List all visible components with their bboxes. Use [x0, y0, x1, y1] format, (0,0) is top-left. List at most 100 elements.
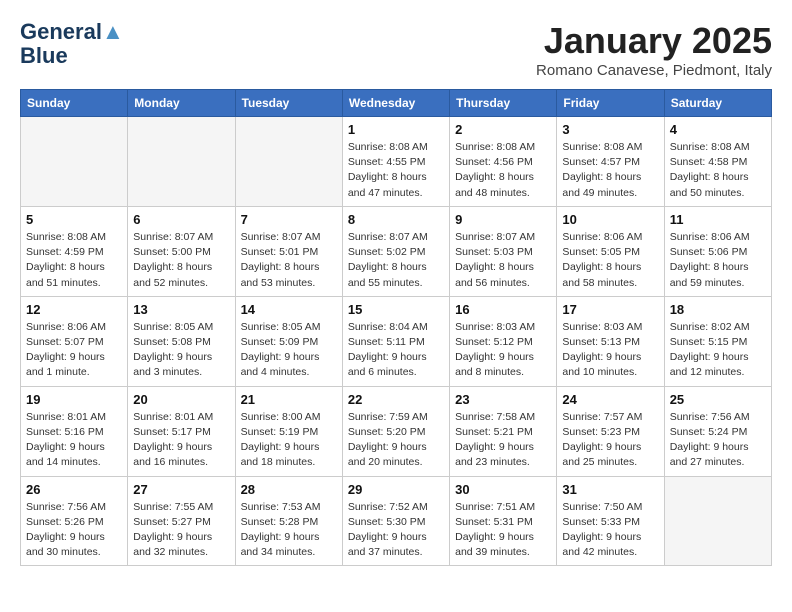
day-info: Sunrise: 8:05 AM Sunset: 5:09 PM Dayligh… [241, 320, 337, 381]
day-number: 28 [241, 482, 337, 497]
day-number: 19 [26, 392, 122, 407]
day-info: Sunrise: 8:08 AM Sunset: 4:57 PM Dayligh… [562, 140, 658, 201]
day-number: 26 [26, 482, 122, 497]
page-header: General▲Blue January 2025 Romano Canaves… [20, 20, 772, 79]
calendar-day-cell: 11Sunrise: 8:06 AM Sunset: 5:06 PM Dayli… [664, 206, 771, 296]
day-info: Sunrise: 7:56 AM Sunset: 5:24 PM Dayligh… [670, 410, 766, 471]
calendar-body: 1 Sunrise: 8:08 AM Sunset: 4:55 PM Daylig… [21, 117, 772, 566]
calendar-week-row: 1 Sunrise: 8:08 AM Sunset: 4:55 PM Daylig… [21, 117, 772, 207]
calendar-day-cell: 29 Sunrise: 7:52 AM Sunset: 5:30 PM Dayli… [342, 476, 449, 566]
day-number: 20 [133, 392, 229, 407]
day-number: 9 [455, 212, 551, 227]
calendar-day-cell: 22Sunrise: 7:59 AM Sunset: 5:20 PM Dayli… [342, 386, 449, 476]
day-info: Sunrise: 8:07 AM Sunset: 5:03 PM Dayligh… [455, 230, 551, 291]
day-info: Sunrise: 8:01 AM Sunset: 5:16 PM Dayligh… [26, 410, 122, 471]
day-number: 11 [670, 212, 766, 227]
calendar-day-cell: 2 Sunrise: 8:08 AM Sunset: 4:56 PM Daylig… [450, 117, 557, 207]
day-info: Sunrise: 8:03 AM Sunset: 5:13 PM Dayligh… [562, 320, 658, 381]
calendar-day-cell: 15Sunrise: 8:04 AM Sunset: 5:11 PM Dayli… [342, 296, 449, 386]
weekday-header-cell: Tuesday [235, 90, 342, 117]
calendar-day-cell: 30 Sunrise: 7:51 AM Sunset: 5:31 PM Dayli… [450, 476, 557, 566]
day-number: 17 [562, 302, 658, 317]
day-number: 15 [348, 302, 444, 317]
calendar-day-cell: 27 Sunrise: 7:55 AM Sunset: 5:27 PM Dayli… [128, 476, 235, 566]
day-number: 1 [348, 122, 444, 137]
calendar-week-row: 12 Sunrise: 8:06 AM Sunset: 5:07 PM Dayli… [21, 296, 772, 386]
calendar-day-cell: 20 Sunrise: 8:01 AM Sunset: 5:17 PM Dayli… [128, 386, 235, 476]
day-info: Sunrise: 7:55 AM Sunset: 5:27 PM Dayligh… [133, 500, 229, 561]
calendar-day-cell: 17 Sunrise: 8:03 AM Sunset: 5:13 PM Dayli… [557, 296, 664, 386]
day-number: 24 [562, 392, 658, 407]
day-info: Sunrise: 7:56 AM Sunset: 5:26 PM Dayligh… [26, 500, 122, 561]
day-number: 13 [133, 302, 229, 317]
calendar-day-cell: 21Sunrise: 8:00 AM Sunset: 5:19 PM Dayli… [235, 386, 342, 476]
day-info: Sunrise: 8:01 AM Sunset: 5:17 PM Dayligh… [133, 410, 229, 471]
day-number: 5 [26, 212, 122, 227]
day-number: 16 [455, 302, 551, 317]
day-number: 10 [562, 212, 658, 227]
day-number: 27 [133, 482, 229, 497]
calendar-table: SundayMondayTuesdayWednesdayThursdayFrid… [20, 89, 772, 566]
calendar-day-cell: 13 Sunrise: 8:05 AM Sunset: 5:08 PM Dayli… [128, 296, 235, 386]
day-info: Sunrise: 8:05 AM Sunset: 5:08 PM Dayligh… [133, 320, 229, 381]
day-number: 12 [26, 302, 122, 317]
calendar-week-row: 5 Sunrise: 8:08 AM Sunset: 4:59 PM Daylig… [21, 206, 772, 296]
day-info: Sunrise: 8:08 AM Sunset: 4:58 PM Dayligh… [670, 140, 766, 201]
day-number: 29 [348, 482, 444, 497]
calendar-day-cell: 24 Sunrise: 7:57 AM Sunset: 5:23 PM Dayli… [557, 386, 664, 476]
calendar-day-cell: 5 Sunrise: 8:08 AM Sunset: 4:59 PM Daylig… [21, 206, 128, 296]
calendar-day-cell: 16 Sunrise: 8:03 AM Sunset: 5:12 PM Dayli… [450, 296, 557, 386]
day-number: 3 [562, 122, 658, 137]
day-info: Sunrise: 8:08 AM Sunset: 4:56 PM Dayligh… [455, 140, 551, 201]
day-info: Sunrise: 7:51 AM Sunset: 5:31 PM Dayligh… [455, 500, 551, 561]
day-number: 25 [670, 392, 766, 407]
calendar-day-cell [235, 117, 342, 207]
calendar-day-cell: 31Sunrise: 7:50 AM Sunset: 5:33 PM Dayli… [557, 476, 664, 566]
weekday-header-cell: Monday [128, 90, 235, 117]
calendar-week-row: 26 Sunrise: 7:56 AM Sunset: 5:26 PM Dayli… [21, 476, 772, 566]
day-info: Sunrise: 7:58 AM Sunset: 5:21 PM Dayligh… [455, 410, 551, 471]
day-info: Sunrise: 8:08 AM Sunset: 4:59 PM Dayligh… [26, 230, 122, 291]
day-number: 7 [241, 212, 337, 227]
day-info: Sunrise: 8:02 AM Sunset: 5:15 PM Dayligh… [670, 320, 766, 381]
location: Romano Canavese, Piedmont, Italy [536, 62, 772, 79]
day-info: Sunrise: 7:53 AM Sunset: 5:28 PM Dayligh… [241, 500, 337, 561]
calendar-day-cell: 3 Sunrise: 8:08 AM Sunset: 4:57 PM Daylig… [557, 117, 664, 207]
logo: General▲Blue [20, 20, 124, 68]
calendar-day-cell: 23 Sunrise: 7:58 AM Sunset: 5:21 PM Dayli… [450, 386, 557, 476]
calendar-day-cell: 1 Sunrise: 8:08 AM Sunset: 4:55 PM Daylig… [342, 117, 449, 207]
day-number: 8 [348, 212, 444, 227]
calendar-day-cell: 9 Sunrise: 8:07 AM Sunset: 5:03 PM Daylig… [450, 206, 557, 296]
day-info: Sunrise: 7:52 AM Sunset: 5:30 PM Dayligh… [348, 500, 444, 561]
calendar-day-cell: 4Sunrise: 8:08 AM Sunset: 4:58 PM Daylig… [664, 117, 771, 207]
day-info: Sunrise: 8:07 AM Sunset: 5:01 PM Dayligh… [241, 230, 337, 291]
day-info: Sunrise: 8:06 AM Sunset: 5:05 PM Dayligh… [562, 230, 658, 291]
weekday-header-cell: Sunday [21, 90, 128, 117]
calendar-day-cell: 8 Sunrise: 8:07 AM Sunset: 5:02 PM Daylig… [342, 206, 449, 296]
day-info: Sunrise: 8:07 AM Sunset: 5:02 PM Dayligh… [348, 230, 444, 291]
day-info: Sunrise: 8:07 AM Sunset: 5:00 PM Dayligh… [133, 230, 229, 291]
day-info: Sunrise: 8:06 AM Sunset: 5:07 PM Dayligh… [26, 320, 122, 381]
weekday-header-cell: Thursday [450, 90, 557, 117]
calendar-day-cell: 10 Sunrise: 8:06 AM Sunset: 5:05 PM Dayli… [557, 206, 664, 296]
day-number: 2 [455, 122, 551, 137]
day-number: 30 [455, 482, 551, 497]
calendar-day-cell: 14Sunrise: 8:05 AM Sunset: 5:09 PM Dayli… [235, 296, 342, 386]
calendar-day-cell: 28 Sunrise: 7:53 AM Sunset: 5:28 PM Dayli… [235, 476, 342, 566]
calendar-day-cell: 25 Sunrise: 7:56 AM Sunset: 5:24 PM Dayli… [664, 386, 771, 476]
day-number: 23 [455, 392, 551, 407]
calendar-day-cell [664, 476, 771, 566]
day-number: 6 [133, 212, 229, 227]
title-block: January 2025 Romano Canavese, Piedmont, … [536, 20, 772, 79]
calendar-day-cell: 6 Sunrise: 8:07 AM Sunset: 5:00 PM Daylig… [128, 206, 235, 296]
day-number: 18 [670, 302, 766, 317]
calendar-day-cell [128, 117, 235, 207]
weekday-header-cell: Friday [557, 90, 664, 117]
calendar-week-row: 19 Sunrise: 8:01 AM Sunset: 5:16 PM Dayli… [21, 386, 772, 476]
weekday-header-cell: Wednesday [342, 90, 449, 117]
day-info: Sunrise: 7:57 AM Sunset: 5:23 PM Dayligh… [562, 410, 658, 471]
day-info: Sunrise: 8:00 AM Sunset: 5:19 PM Dayligh… [241, 410, 337, 471]
weekday-header-row: SundayMondayTuesdayWednesdayThursdayFrid… [21, 90, 772, 117]
day-info: Sunrise: 8:03 AM Sunset: 5:12 PM Dayligh… [455, 320, 551, 381]
day-info: Sunrise: 8:08 AM Sunset: 4:55 PM Dayligh… [348, 140, 444, 201]
